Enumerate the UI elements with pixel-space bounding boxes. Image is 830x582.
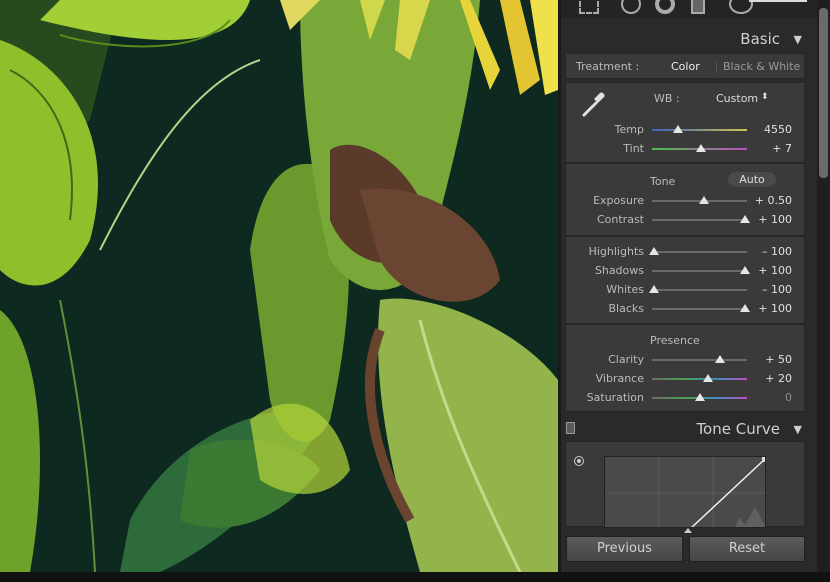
basic-section-header[interactable]: Basic ▼ [565, 26, 805, 52]
temp-slider[interactable] [652, 125, 747, 133]
tint-value[interactable]: + 7 [742, 142, 792, 155]
exposure-slider-thumb[interactable] [699, 196, 710, 204]
presence-label: Presence [650, 334, 700, 347]
wb-select[interactable]: Custom [716, 92, 758, 105]
vibrance-label: Vibrance [595, 372, 644, 385]
highlights-slider-thumb[interactable] [648, 247, 659, 255]
scrollbar-thumb[interactable] [819, 8, 828, 178]
photo-preview[interactable] [0, 0, 558, 572]
targeted-adjustment-icon[interactable] [574, 456, 584, 466]
spot-removal-icon[interactable] [621, 0, 641, 14]
contrast-label: Contrast [596, 213, 644, 226]
treatment-divider [716, 61, 717, 73]
curve-point-marker-icon[interactable] [684, 528, 692, 533]
blacks-slider[interactable] [652, 304, 751, 312]
develop-panel: Basic ▼ Treatment : Color Black & White … [561, 0, 830, 572]
shadows-label: Shadows [594, 264, 644, 277]
wb-label: WB : [654, 92, 680, 105]
temp-value[interactable]: 4550 [742, 123, 792, 136]
tool-strip [561, 0, 817, 18]
panel-switch-icon[interactable] [566, 422, 575, 434]
treatment-color-option[interactable]: Color [671, 60, 700, 73]
collapse-triangle-icon[interactable]: ▼ [794, 423, 802, 436]
blacks-label: Blacks [608, 302, 645, 315]
treatment-label: Treatment : [576, 60, 640, 73]
collapse-triangle-icon[interactable]: ▼ [794, 33, 802, 46]
temp-slider-thumb[interactable] [672, 125, 683, 133]
clarity-slider-thumb[interactable] [715, 355, 726, 363]
tone-curve-section-header[interactable]: Tone Curve ▼ [565, 416, 805, 442]
vibrance-value[interactable]: + 20 [742, 372, 792, 385]
basic-controls: WB : Custom ⬍ Temp 4550 Tint + 7 Tone Au… [565, 82, 806, 412]
saturation-slider-thumb[interactable] [694, 393, 705, 401]
divider [566, 323, 806, 325]
reset-button[interactable]: Reset [689, 536, 805, 562]
whites-label: Whites [606, 283, 644, 296]
contrast-slider[interactable] [652, 215, 751, 223]
clarity-label: Clarity [608, 353, 644, 366]
brush-slider[interactable] [749, 0, 807, 2]
tone-label: Tone [650, 175, 676, 188]
tone-curve-svg [605, 457, 765, 527]
clarity-value[interactable]: + 50 [742, 353, 792, 366]
treatment-bw-option[interactable]: Black & White [723, 60, 800, 73]
crop-tool-icon[interactable] [579, 0, 599, 14]
shadows-slider[interactable] [652, 266, 751, 274]
exposure-value[interactable]: + 0.50 [742, 194, 792, 207]
treatment-row: Treatment : Color Black & White [565, 53, 805, 79]
auto-tone-button[interactable]: Auto [728, 172, 776, 187]
tone-curve-graph[interactable] [604, 456, 766, 528]
vibrance-slider-thumb[interactable] [703, 374, 714, 382]
shadows-value[interactable]: + 100 [742, 264, 792, 277]
whites-value[interactable]: – 100 [742, 283, 792, 296]
wb-dropdown-icon[interactable]: ⬍ [761, 92, 769, 102]
tint-label: Tint [623, 142, 644, 155]
saturation-slider[interactable] [652, 393, 747, 401]
adjustment-brush-icon[interactable] [729, 0, 753, 14]
tint-slider[interactable] [652, 144, 747, 152]
highlights-label: Highlights [588, 245, 644, 258]
filmstrip-edge [0, 572, 830, 582]
exposure-slider[interactable] [652, 196, 747, 204]
blacks-value[interactable]: + 100 [742, 302, 792, 315]
divider [566, 235, 806, 237]
saturation-value[interactable]: 0 [742, 391, 792, 404]
panel-scrollbar[interactable] [817, 0, 830, 572]
highlights-slider[interactable] [648, 247, 747, 255]
graduated-filter-icon[interactable] [691, 0, 705, 14]
previous-button[interactable]: Previous [566, 536, 683, 562]
clarity-slider[interactable] [652, 355, 747, 363]
white-balance-eyedropper-icon[interactable] [576, 87, 610, 121]
red-eye-icon[interactable] [655, 0, 675, 14]
contrast-value[interactable]: + 100 [742, 213, 792, 226]
basic-title: Basic [740, 30, 780, 48]
whites-slider[interactable] [648, 285, 747, 293]
divider [566, 162, 806, 164]
saturation-label: Saturation [586, 391, 644, 404]
whites-slider-thumb[interactable] [648, 285, 659, 293]
exposure-label: Exposure [593, 194, 644, 207]
vibrance-slider[interactable] [652, 374, 747, 382]
tone-curve-title: Tone Curve [696, 420, 780, 438]
photo-image [0, 0, 558, 572]
temp-label: Temp [614, 123, 644, 136]
tint-slider-thumb[interactable] [696, 144, 707, 152]
tone-curve-box [565, 441, 805, 533]
highlights-value[interactable]: – 100 [742, 245, 792, 258]
